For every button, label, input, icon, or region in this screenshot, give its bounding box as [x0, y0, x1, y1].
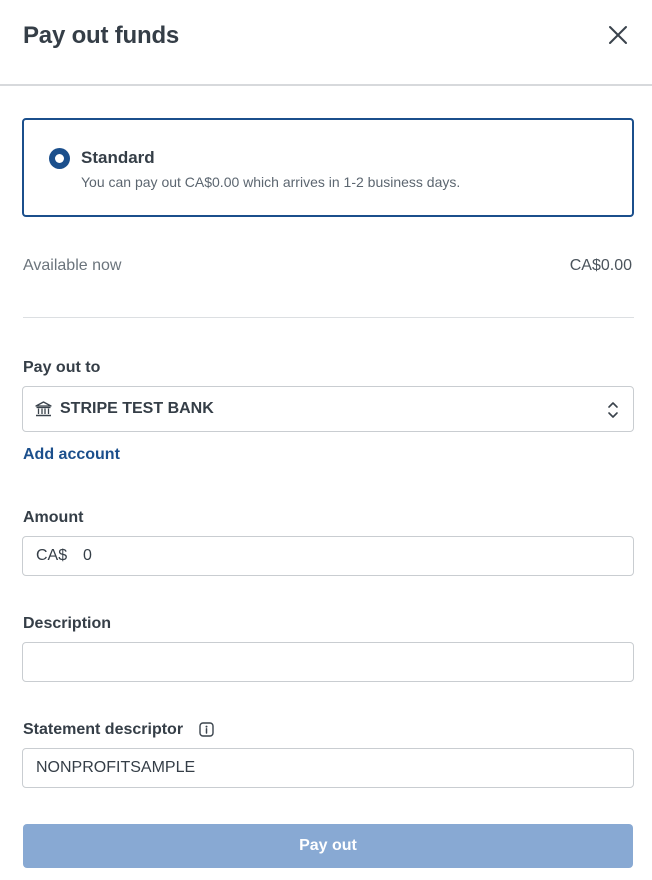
option-title: Standard — [81, 148, 155, 167]
chevron-updown-icon — [608, 402, 618, 418]
description-input[interactable] — [36, 643, 622, 681]
bank-icon — [35, 401, 52, 417]
payout-dialog: Pay out funds Standard You can pay out C… — [0, 0, 652, 880]
selected-bank-account: STRIPE TEST BANK — [60, 400, 214, 417]
close-button[interactable] — [604, 21, 632, 49]
description-label: Description — [23, 615, 112, 632]
statement-descriptor-field[interactable] — [22, 748, 634, 788]
standard-radio[interactable] — [49, 148, 70, 169]
dialog-title: Pay out funds — [23, 22, 180, 49]
description-field[interactable] — [22, 642, 634, 682]
option-description: You can pay out CA$0.00 which arrives in… — [81, 174, 461, 190]
pay-out-button[interactable]: Pay out — [23, 824, 633, 868]
available-now-label: Available now — [23, 257, 122, 274]
close-icon — [609, 26, 627, 44]
bank-account-select[interactable]: STRIPE TEST BANK — [22, 386, 634, 432]
statement-descriptor-input[interactable] — [36, 749, 622, 787]
amount-label: Amount — [23, 509, 84, 526]
payout-option-standard[interactable]: Standard You can pay out CA$0.00 which a… — [22, 118, 634, 217]
available-now-value: CA$0.00 — [569, 257, 632, 274]
currency-prefix: CA$ — [36, 547, 68, 564]
section-divider — [23, 317, 634, 318]
add-account-link[interactable]: Add account — [23, 446, 120, 464]
amount-field[interactable]: CA$ — [22, 536, 634, 576]
dialog-header: Pay out funds — [0, 0, 652, 86]
info-icon[interactable] — [199, 722, 214, 737]
amount-input[interactable] — [83, 537, 623, 575]
pay-out-to-label: Pay out to — [23, 359, 101, 376]
statement-descriptor-label: Statement descriptor — [23, 721, 184, 738]
